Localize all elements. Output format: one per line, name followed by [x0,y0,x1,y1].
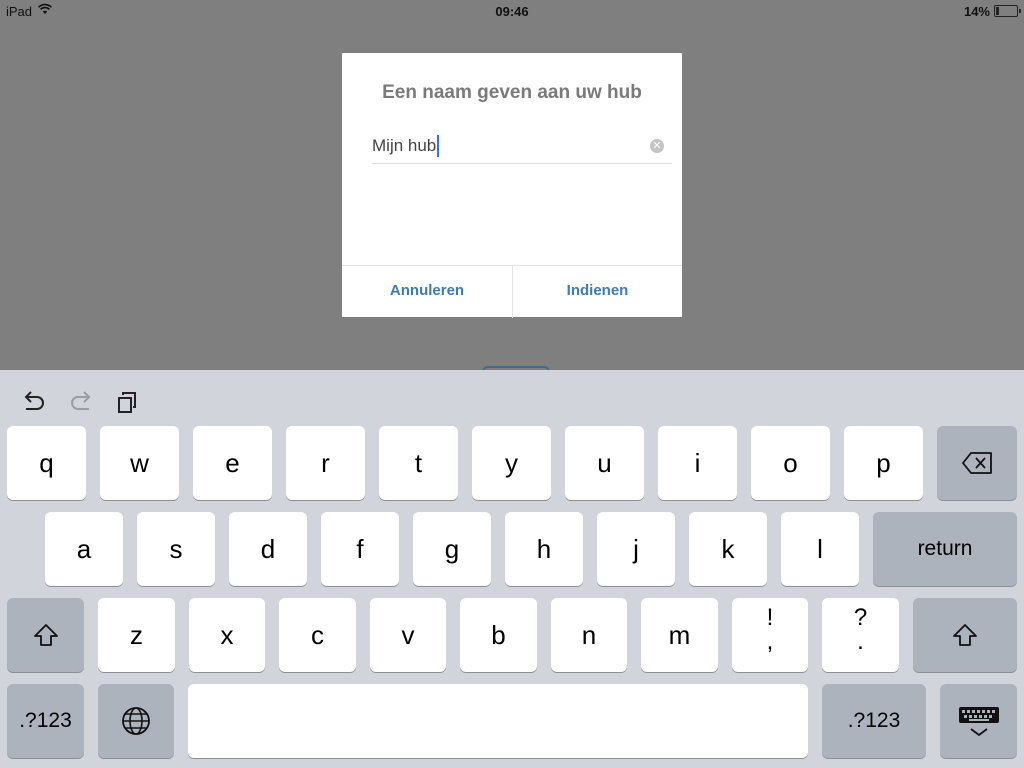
key-d[interactable]: d [229,512,307,586]
keyboard-dismiss-icon [958,706,1000,745]
key-label: z [130,620,143,650]
dialog-actions: Annuleren Indienen [342,265,682,318]
key-exclamation-comma[interactable]: ! , [732,598,808,672]
numbers-key-right[interactable]: .?123 [822,684,926,758]
key-label: l [817,534,823,564]
key-label: a [76,534,92,564]
key-j[interactable]: j [597,512,675,586]
key-h[interactable]: h [505,512,583,586]
key-t[interactable]: t [379,426,458,500]
key-label: .?123 [19,709,72,732]
key-f[interactable]: f [321,512,399,586]
submit-button[interactable]: Indienen [512,266,682,318]
text-cursor [437,135,439,157]
key-label: q [39,448,54,478]
cancel-button[interactable]: Annuleren [342,266,512,318]
key-label: p [876,448,891,478]
key-w[interactable]: w [100,426,179,500]
status-bar: iPad 09:46 14% [0,0,1024,22]
numbers-key-left[interactable]: .?123 [7,684,84,758]
return-key[interactable]: return [873,512,1017,586]
key-z[interactable]: z [98,598,175,672]
key-label: d [260,534,276,564]
space-bar[interactable] [188,684,808,758]
clear-text-icon[interactable]: ✕ [650,139,664,153]
key-n[interactable]: n [551,598,627,672]
key-label: h [536,534,552,564]
key-s[interactable]: s [137,512,215,586]
key-p[interactable]: p [844,426,923,500]
key-y[interactable]: y [472,426,551,500]
rename-hub-dialog: Een naam geven aan uw hub ✕ Annuleren In… [342,53,682,318]
key-label: n [581,620,597,650]
globe-icon [121,706,151,743]
key-r[interactable]: r [286,426,365,500]
key-c[interactable]: c [279,598,356,672]
key-label-top: ! [766,604,774,631]
key-label: f [356,534,364,564]
shift-key-right[interactable] [913,598,1017,672]
key-label-bottom: , [766,628,774,655]
key-i[interactable]: i [658,426,737,500]
key-label-bottom: . [857,628,864,655]
backspace-key[interactable] [937,426,1017,500]
key-q[interactable]: q [7,426,86,500]
key-label: k [721,534,735,564]
key-label: y [505,448,518,478]
shift-icon [952,623,978,654]
key-label: return [917,537,973,560]
key-label: o [783,448,798,478]
shift-key-left[interactable] [7,598,84,672]
battery-icon [994,5,1021,17]
dismiss-keyboard-key[interactable] [940,684,1017,758]
hub-name-field[interactable]: ✕ [372,133,672,164]
undo-icon[interactable] [21,390,47,414]
key-question-period[interactable]: ? . [822,598,899,672]
key-label: e [225,448,240,478]
redo-icon[interactable] [68,390,94,414]
dialog-title: Een naam geven aan uw hub [382,82,642,103]
key-label: c [311,620,324,650]
key-m[interactable]: m [641,598,718,672]
key-a[interactable]: a [45,512,123,586]
globe-key[interactable] [98,684,174,758]
key-x[interactable]: x [189,598,265,672]
clock: 09:46 [495,4,529,19]
backspace-icon [962,451,994,482]
key-l[interactable]: l [781,512,859,586]
key-label-top: ? [853,604,868,631]
key-o[interactable]: o [751,426,830,500]
key-label: m [668,620,691,650]
key-u[interactable]: u [565,426,644,500]
key-label: .?123 [847,709,901,732]
key-label: u [597,448,612,478]
key-label: b [491,620,506,650]
key-k[interactable]: k [689,512,767,586]
paste-icon[interactable] [115,390,141,414]
key-label: r [321,448,330,478]
shift-icon [33,623,59,654]
key-label: s [169,534,183,564]
key-label: j [633,534,639,564]
key-v[interactable]: v [370,598,446,672]
key-label: i [694,448,701,478]
key-b[interactable]: b [460,598,537,672]
key-label: x [220,620,234,650]
hub-name-input[interactable] [372,133,642,159]
onscreen-keyboard: q w e r t y u i o p a s d f g h j k l re… [0,370,1024,768]
key-g[interactable]: g [413,512,491,586]
key-label: w [130,448,149,478]
key-label: g [444,534,460,564]
key-label: v [401,620,415,650]
battery-percent: 14% [963,4,990,19]
key-label: t [414,448,423,478]
key-e[interactable]: e [193,426,272,500]
